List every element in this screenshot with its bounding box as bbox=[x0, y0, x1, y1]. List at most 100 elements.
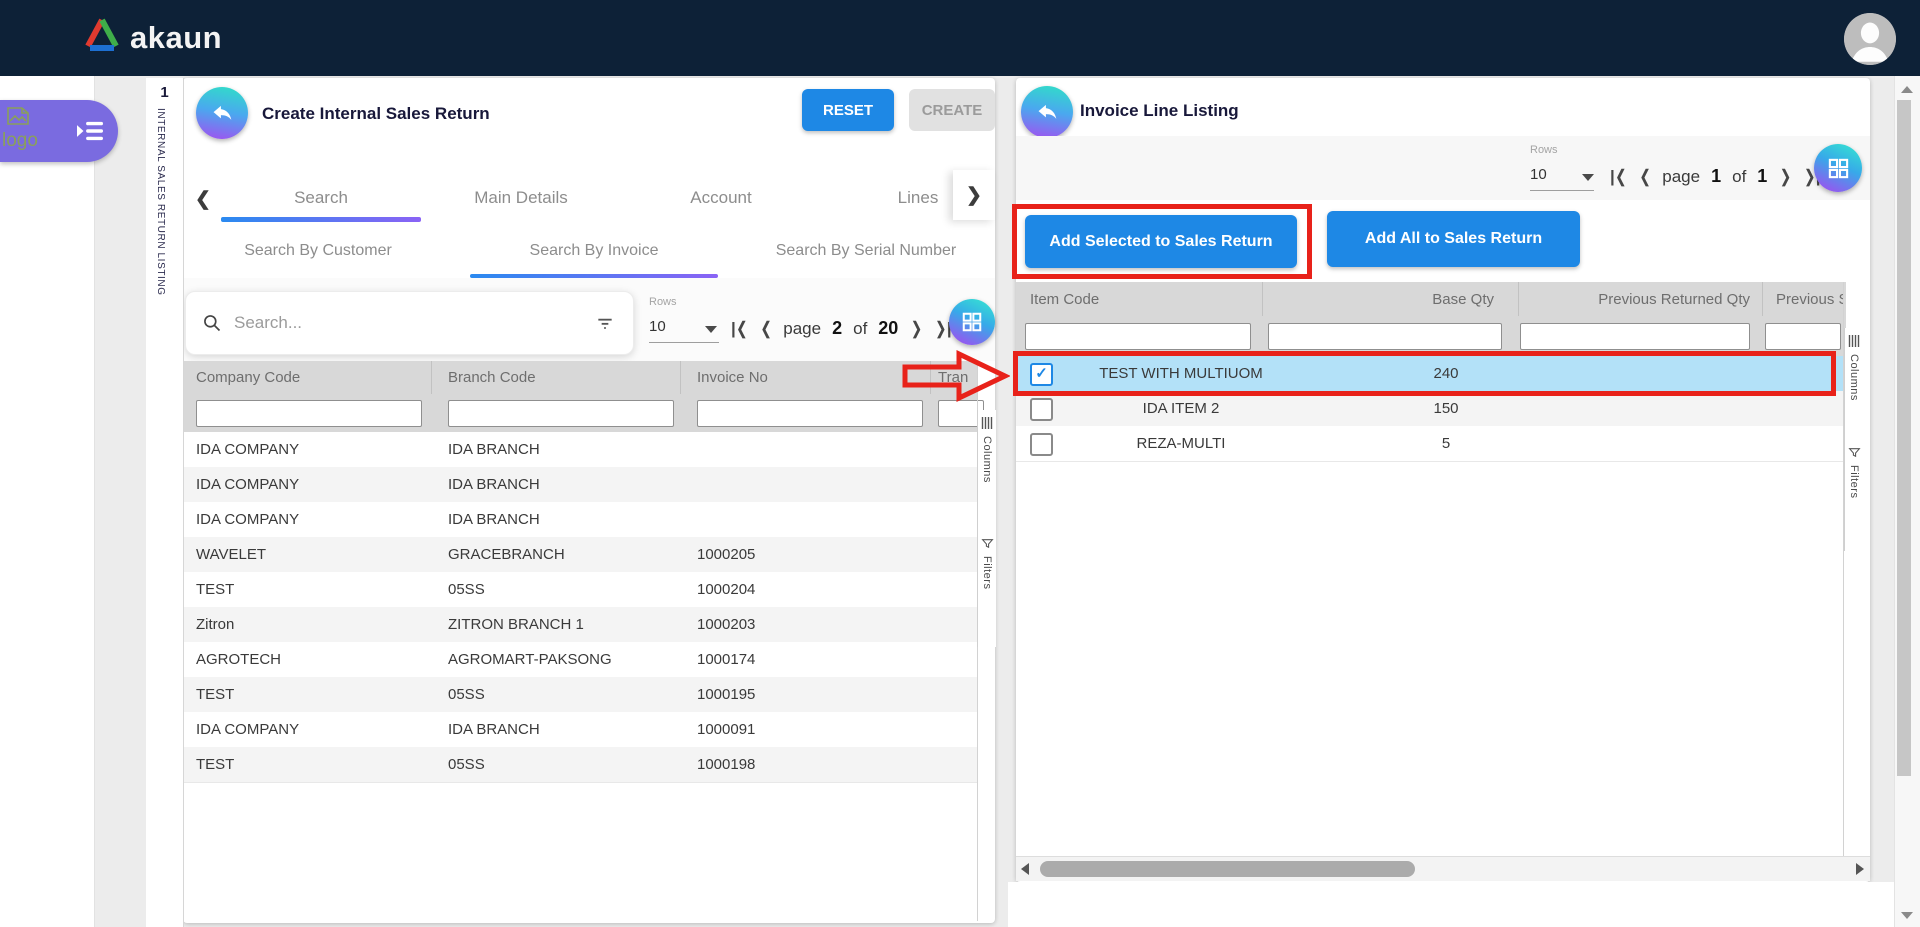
module-tab-label: INTERNAL SALES RETURN LISTING bbox=[155, 108, 166, 296]
page-total: 1 bbox=[1757, 166, 1767, 187]
filter-base-qty-input[interactable] bbox=[1268, 323, 1502, 350]
columns-side-tab[interactable]: Columns bbox=[977, 410, 996, 537]
column-header-previous-returned-qty[interactable]: Previous Returned Qty bbox=[1518, 291, 1750, 308]
user-avatar[interactable] bbox=[1844, 13, 1896, 65]
scroll-right-arrow-icon[interactable] bbox=[1856, 863, 1864, 875]
subtab-search-by-serial-number[interactable]: Search By Serial Number bbox=[751, 242, 981, 260]
page-scrollbar[interactable] bbox=[1894, 76, 1920, 927]
table-row[interactable]: IDA COMPANY IDA BRANCH bbox=[183, 502, 978, 538]
brand-name: akaun bbox=[130, 20, 222, 56]
chevron-right-icon: ❯ bbox=[966, 184, 982, 207]
of-word: of bbox=[1732, 167, 1746, 187]
reset-button[interactable]: RESET bbox=[802, 89, 894, 131]
search-icon bbox=[202, 313, 222, 333]
table-row[interactable]: REZA-MULTI 5 bbox=[1016, 426, 1846, 462]
table-row[interactable]: IDA ITEM 2 150 bbox=[1016, 391, 1846, 427]
filter-invoice-no-input[interactable] bbox=[697, 400, 923, 427]
filters-side-tab[interactable]: Filters bbox=[977, 531, 996, 647]
left-table-filter-row bbox=[183, 394, 978, 433]
back-button[interactable] bbox=[196, 87, 248, 139]
row-checkbox[interactable] bbox=[1030, 433, 1053, 456]
horizontal-scrollbar-thumb[interactable] bbox=[1040, 861, 1415, 877]
brand-triangle-icon bbox=[84, 18, 120, 57]
prev-page-button[interactable]: ❬ bbox=[759, 319, 772, 339]
table-row[interactable]: WAVELET GRACEBRANCH 1000205 bbox=[183, 537, 978, 573]
column-header-branch-code[interactable]: Branch Code bbox=[448, 369, 536, 386]
page-word: page bbox=[1662, 167, 1700, 187]
table-row[interactable]: AGROTECH AGROMART-PAKSONG 1000174 bbox=[183, 642, 978, 678]
active-tab-indicator bbox=[221, 217, 421, 222]
table-row[interactable]: TEST 05SS 1000195 bbox=[183, 677, 978, 713]
annotation-arrow-right bbox=[902, 350, 1010, 402]
sidebar-logo-pill[interactable]: logo bbox=[0, 100, 118, 162]
grid-view-button[interactable] bbox=[1814, 144, 1862, 192]
page-word: page bbox=[783, 319, 821, 339]
scroll-up-arrow-icon[interactable] bbox=[1901, 86, 1913, 93]
prev-page-button[interactable]: ❬ bbox=[1638, 167, 1651, 187]
page-title: Create Internal Sales Return bbox=[262, 104, 490, 124]
rows-select-caret-icon[interactable] bbox=[705, 326, 717, 333]
rows-per-page-label: Rows bbox=[649, 296, 677, 308]
table-row[interactable]: Zitron ZITRON BRANCH 1 1000203 bbox=[183, 607, 978, 643]
columns-icon bbox=[981, 416, 993, 430]
page-current: 2 bbox=[832, 318, 842, 339]
table-row[interactable]: IDA COMPANY IDA BRANCH bbox=[183, 432, 978, 468]
invoice-line-listing-panel: Invoice Line Listing Rows 10 |❬ ❬ page 1… bbox=[1016, 78, 1870, 882]
page-title: Invoice Line Listing bbox=[1080, 101, 1239, 121]
table-row[interactable]: TEST 05SS 1000204 bbox=[183, 572, 978, 608]
filter-list-icon[interactable] bbox=[595, 313, 615, 333]
next-page-button[interactable]: ❭ bbox=[909, 319, 922, 339]
table-row[interactable]: IDA COMPANY IDA BRANCH bbox=[183, 467, 978, 503]
filters-side-tab[interactable]: Filters bbox=[1844, 440, 1863, 551]
app-sidebar bbox=[0, 76, 95, 927]
scroll-down-arrow-icon[interactable] bbox=[1901, 912, 1913, 919]
next-page-button[interactable]: ❭ bbox=[1778, 167, 1791, 187]
logo-alt-text: logo bbox=[2, 130, 38, 152]
row-checkbox[interactable] bbox=[1030, 398, 1053, 421]
filter-item-code-input[interactable] bbox=[1025, 323, 1251, 350]
create-internal-sales-return-panel: Create Internal Sales Return RESET CREAT… bbox=[183, 78, 995, 923]
rows-select-underline bbox=[649, 342, 719, 343]
grid-view-button[interactable] bbox=[949, 299, 995, 345]
horizontal-scrollbar[interactable] bbox=[1016, 856, 1870, 881]
search-input[interactable] bbox=[232, 312, 595, 334]
search-box[interactable] bbox=[185, 291, 634, 355]
table-row[interactable]: TEST 05SS 1000198 bbox=[183, 747, 978, 783]
add-all-to-sales-return-button[interactable]: Add All to Sales Return bbox=[1327, 211, 1580, 267]
subtab-search-by-customer[interactable]: Search By Customer bbox=[218, 242, 418, 260]
filter-branch-code-input[interactable] bbox=[448, 400, 674, 427]
rows-per-page-label: Rows bbox=[1530, 144, 1558, 156]
columns-side-tab[interactable]: Columns bbox=[1844, 328, 1863, 447]
module-tab-index: 1 bbox=[146, 84, 183, 101]
filter-company-code-input[interactable] bbox=[196, 400, 422, 427]
first-page-button[interactable]: |❬ bbox=[731, 319, 748, 339]
create-button[interactable]: CREATE bbox=[909, 89, 995, 131]
page-scrollbar-thumb[interactable] bbox=[1897, 100, 1911, 776]
tab-main-details[interactable]: Main Details bbox=[441, 188, 601, 208]
collapse-menu-icon[interactable] bbox=[74, 118, 106, 144]
column-header-company-code[interactable]: Company Code bbox=[196, 369, 300, 386]
first-page-button[interactable]: |❬ bbox=[1610, 167, 1627, 187]
column-header-previous-s[interactable]: Previous S bbox=[1776, 291, 1844, 308]
scroll-left-arrow-icon[interactable] bbox=[1021, 863, 1029, 875]
tab-search[interactable]: Search bbox=[241, 188, 401, 208]
tabs-scroll-right-button[interactable]: ❯ bbox=[953, 170, 995, 220]
tabs-scroll-left-icon[interactable]: ❮ bbox=[195, 188, 211, 211]
columns-icon bbox=[1848, 334, 1860, 348]
tab-account[interactable]: Account bbox=[641, 188, 801, 208]
rows-per-page-select[interactable]: 10 bbox=[649, 318, 666, 335]
rows-select-caret-icon[interactable] bbox=[1582, 174, 1594, 181]
table-row[interactable]: IDA COMPANY IDA BRANCH 1000091 bbox=[183, 712, 978, 748]
column-header-invoice-no[interactable]: Invoice No bbox=[697, 369, 768, 386]
broken-image-icon bbox=[6, 106, 30, 131]
subtab-search-by-invoice[interactable]: Search By Invoice bbox=[494, 242, 694, 260]
column-header-item-code[interactable]: Item Code bbox=[1030, 291, 1099, 308]
module-tab-strip[interactable]: 1 INTERNAL SALES RETURN LISTING bbox=[145, 78, 184, 927]
column-header-base-qty[interactable]: Base Qty bbox=[1262, 291, 1494, 308]
rows-per-page-select[interactable]: 10 bbox=[1530, 166, 1547, 183]
filter-previous-s-input[interactable] bbox=[1765, 323, 1841, 350]
rows-select-underline bbox=[1530, 190, 1594, 191]
top-app-bar: akaun bbox=[0, 0, 1920, 76]
filter-previous-returned-qty-input[interactable] bbox=[1520, 323, 1750, 350]
back-button[interactable] bbox=[1021, 86, 1073, 138]
